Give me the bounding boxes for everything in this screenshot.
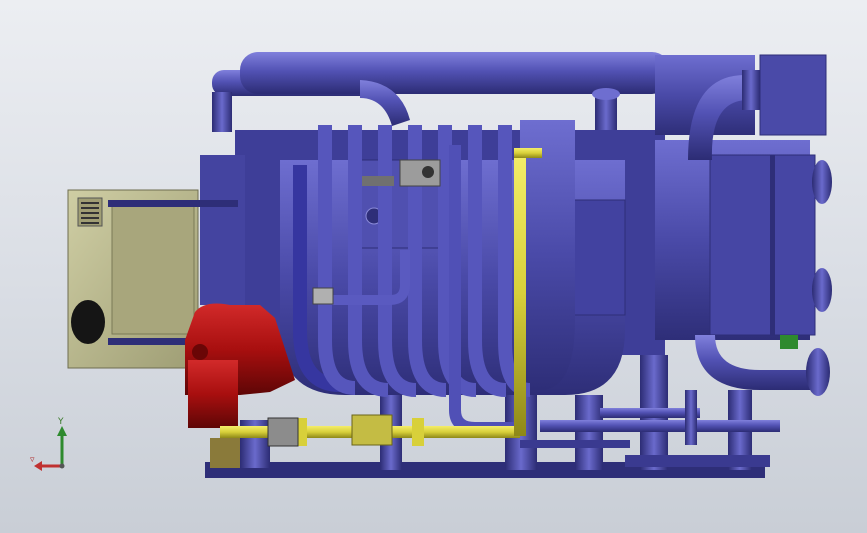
chiller-model-view[interactable]: Y ▿ <box>0 0 867 533</box>
cable-port-icon <box>71 300 105 344</box>
axis-triad: Y ▿ <box>30 417 67 471</box>
right-vessel <box>655 54 832 396</box>
green-valve-icon <box>780 335 798 349</box>
axis-z-glyph: ▿ <box>30 455 35 465</box>
axis-y-label: Y <box>57 417 64 427</box>
3d-viewport[interactable]: Y ▿ <box>0 0 867 533</box>
